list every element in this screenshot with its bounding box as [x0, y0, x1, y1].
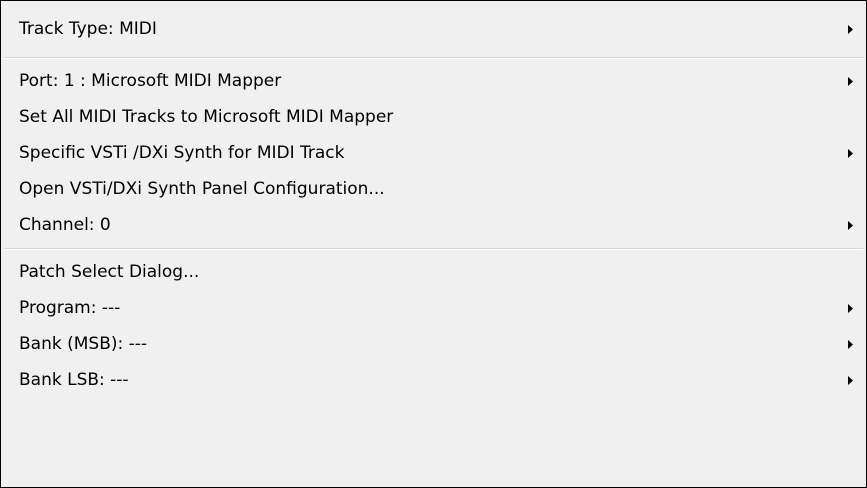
menu-item-bank-msb[interactable]: Bank (MSB): --- [1, 326, 866, 362]
menu-separator [4, 248, 863, 250]
menu-item-label: Bank (MSB): --- [19, 334, 148, 354]
menu-item-label: Channel: 0 [19, 215, 111, 235]
menu-item-bank-lsb[interactable]: Bank LSB: --- [1, 362, 866, 398]
menu-item-open-synth-panel-config[interactable]: Open VSTi/DXi Synth Panel Configuration.… [1, 171, 866, 207]
menu-item-label: Patch Select Dialog... [19, 262, 200, 282]
menu-item-specific-vsti-synth[interactable]: Specific VSTi /DXi Synth for MIDI Track [1, 135, 866, 171]
menu-item-label: Track Type: MIDI [19, 19, 157, 39]
submenu-arrow-icon [843, 6, 853, 52]
menu-item-program[interactable]: Program: --- [1, 290, 866, 326]
submenu-arrow-icon [843, 207, 853, 243]
menu-item-patch-select-dialog[interactable]: Patch Select Dialog... [1, 254, 866, 290]
submenu-arrow-icon [843, 290, 853, 326]
menu-item-label: Specific VSTi /DXi Synth for MIDI Track [19, 143, 345, 163]
menu-item-label: Open VSTi/DXi Synth Panel Configuration.… [19, 179, 385, 199]
submenu-arrow-icon [843, 326, 853, 362]
menu-separator [4, 57, 863, 59]
menu-item-label: Set All MIDI Tracks to Microsoft MIDI Ma… [19, 107, 394, 127]
menu-item-label: Program: --- [19, 298, 121, 318]
menu-item-channel[interactable]: Channel: 0 [1, 207, 866, 243]
context-menu: Track Type: MIDI Port: 1 : Microsoft MID… [0, 0, 867, 488]
menu-item-port[interactable]: Port: 1 : Microsoft MIDI Mapper [1, 63, 866, 99]
submenu-arrow-icon [843, 63, 853, 99]
menu-item-label: Port: 1 : Microsoft MIDI Mapper [19, 71, 282, 91]
menu-item-set-all-midi-tracks[interactable]: Set All MIDI Tracks to Microsoft MIDI Ma… [1, 99, 866, 135]
menu-item-track-type[interactable]: Track Type: MIDI [1, 6, 866, 52]
submenu-arrow-icon [843, 362, 853, 398]
submenu-arrow-icon [843, 135, 853, 171]
menu-item-label: Bank LSB: --- [19, 370, 129, 390]
